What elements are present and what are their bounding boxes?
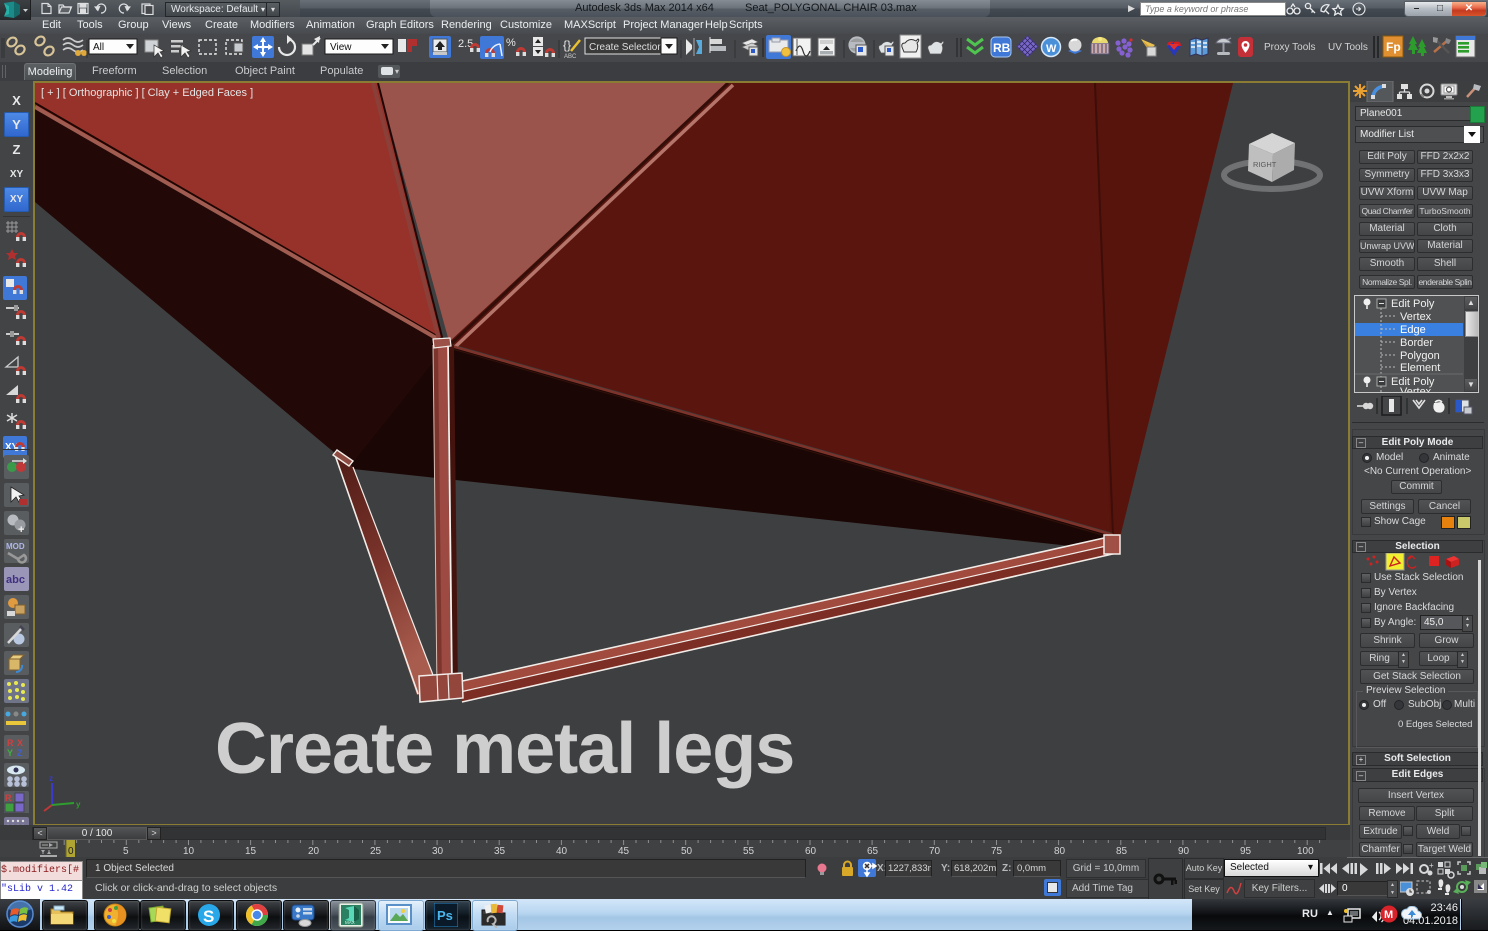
svg-text:70: 70 xyxy=(929,846,941,857)
svg-text:50: 50 xyxy=(681,846,693,857)
svg-text:+: + xyxy=(1429,861,1434,870)
svg-text:Create metal legs: Create metal legs xyxy=(215,709,794,789)
svg-text:60: 60 xyxy=(805,846,817,857)
svg-text:65: 65 xyxy=(867,846,879,857)
svg-text:Ps: Ps xyxy=(437,908,453,923)
svg-text:[ + ] [ Orthographic ] [ Clay: [ + ] [ Orthographic ] [ Clay + Edged Fa… xyxy=(41,87,253,99)
svg-text:Z: Z xyxy=(17,748,23,758)
svg-text:0: 0 xyxy=(68,846,74,857)
svg-text:y: y xyxy=(76,800,81,809)
svg-text:Vertex: Vertex xyxy=(1400,386,1432,392)
svg-text:5: 5 xyxy=(123,846,129,857)
svg-text:R: R xyxy=(5,793,12,803)
svg-text:Element: Element xyxy=(1400,362,1440,374)
svg-text:25: 25 xyxy=(370,846,382,857)
svg-text:100: 100 xyxy=(1297,846,1314,857)
svg-text:Border: Border xyxy=(1400,337,1433,349)
svg-text:80: 80 xyxy=(1054,846,1066,857)
svg-text:Fp: Fp xyxy=(1386,40,1401,54)
svg-text:View: View xyxy=(330,42,352,53)
svg-text:{}: {} xyxy=(563,38,571,52)
svg-text:M: M xyxy=(1384,909,1393,921)
svg-text:abc: abc xyxy=(6,574,25,586)
svg-text:RIGHT: RIGHT xyxy=(1253,160,1277,169)
svg-text:Y: Y xyxy=(7,748,13,758)
svg-text:Polygon: Polygon xyxy=(1400,350,1440,362)
svg-text:S: S xyxy=(203,907,214,926)
svg-text:UV Tools: UV Tools xyxy=(1328,42,1368,53)
svg-text:%: % xyxy=(506,37,516,49)
svg-text:W: W xyxy=(1046,43,1057,55)
svg-text:+: + xyxy=(18,524,24,536)
svg-text:All: All xyxy=(93,42,104,53)
svg-text:MAX: MAX xyxy=(345,920,355,925)
svg-text:30: 30 xyxy=(432,846,444,857)
svg-text:95: 95 xyxy=(1240,846,1252,857)
svg-text:R: R xyxy=(7,738,14,748)
svg-text:z: z xyxy=(49,774,53,783)
svg-text:75: 75 xyxy=(991,846,1003,857)
svg-text:10: 10 xyxy=(183,846,195,857)
svg-text:Edge: Edge xyxy=(1400,324,1426,336)
svg-text:45: 45 xyxy=(618,846,630,857)
svg-text:35: 35 xyxy=(494,846,506,857)
svg-text:40: 40 xyxy=(556,846,568,857)
svg-text:55: 55 xyxy=(743,846,755,857)
svg-text:90: 90 xyxy=(1178,846,1190,857)
svg-text:Vertex: Vertex xyxy=(1400,311,1432,323)
svg-text:X: X xyxy=(17,738,23,748)
svg-text:RB: RB xyxy=(993,41,1011,55)
svg-text:15: 15 xyxy=(245,846,257,857)
svg-text:Edit Poly: Edit Poly xyxy=(1391,298,1435,310)
svg-text:Proxy Tools: Proxy Tools xyxy=(1264,42,1316,53)
svg-text:MOD: MOD xyxy=(6,542,25,551)
svg-text:85: 85 xyxy=(1116,846,1128,857)
svg-text:ABC: ABC xyxy=(564,54,577,60)
svg-text:20: 20 xyxy=(308,846,320,857)
